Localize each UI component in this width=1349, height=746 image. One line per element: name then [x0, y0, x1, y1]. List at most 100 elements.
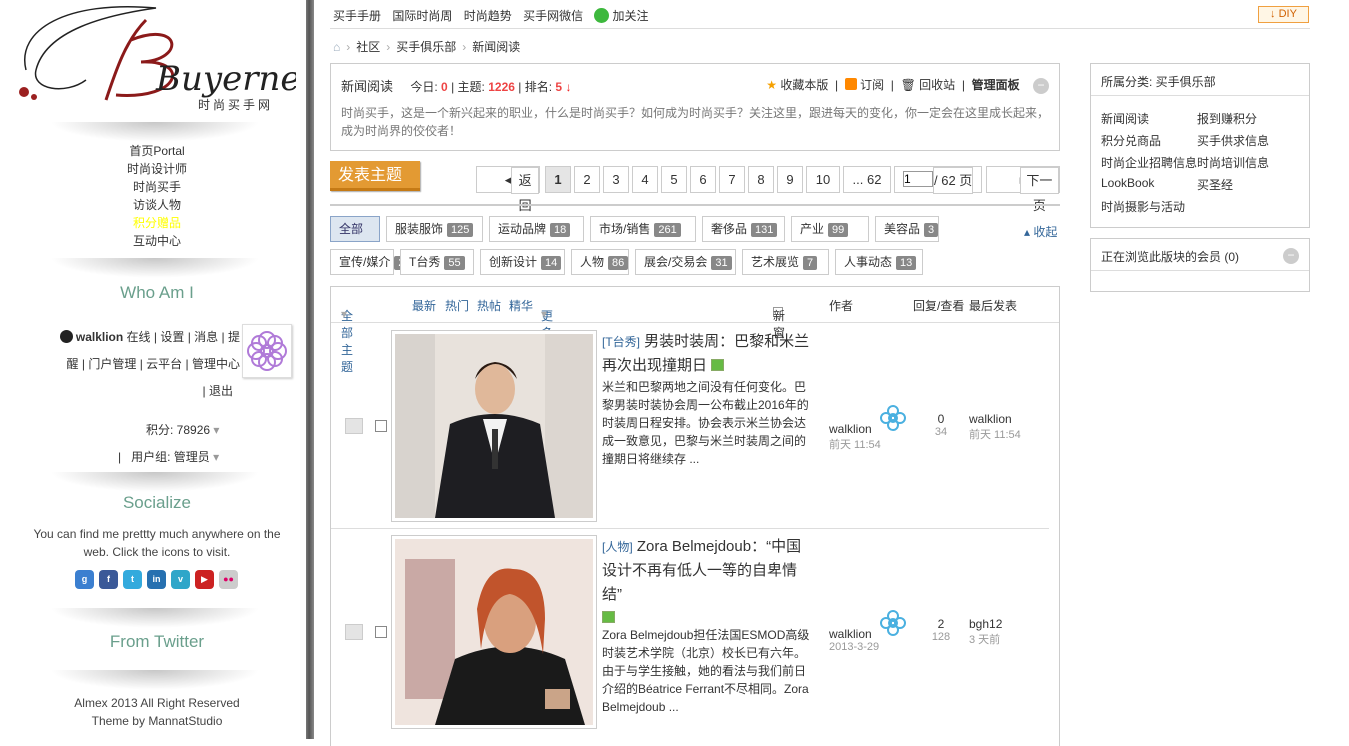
settings-link[interactable]: 设置	[160, 330, 184, 344]
category-filter[interactable]: 全部	[330, 216, 380, 242]
back-button[interactable]: ◂ 返回	[476, 166, 540, 213]
home-icon[interactable]: ⌂	[333, 40, 340, 54]
portal-admin-link[interactable]: 门户管理	[88, 357, 136, 371]
next-page-button[interactable]: 下一页 ▸	[986, 166, 1060, 213]
category-filter[interactable]: 产业 99	[791, 216, 869, 242]
category-count-badge: 131	[751, 223, 778, 237]
reminder-link-cont[interactable]: 醒	[67, 357, 79, 371]
thread-title[interactable]: [人物] Zora Belmejdoub：“中国设计不再有低人一等的自卑情结”	[602, 535, 812, 631]
topnav-buyer-manual[interactable]: 买手手册	[333, 9, 381, 23]
category-filter[interactable]: 运动品牌 18	[489, 216, 584, 242]
author-link[interactable]: walklion	[829, 422, 881, 436]
google-icon[interactable]: g	[75, 570, 94, 589]
side-link-jobs[interactable]: 时尚企业招聘信息	[1101, 154, 1197, 171]
twitter-icon[interactable]: t	[123, 570, 142, 589]
side-link-bible[interactable]: 买圣经	[1197, 176, 1233, 193]
cloud-platform-link[interactable]: 云平台	[146, 357, 182, 371]
admin-panel-link[interactable]: 管理面板	[972, 78, 1020, 92]
page-8[interactable]: 8	[748, 166, 774, 193]
side-link-photo[interactable]: 时尚摄影与活动	[1101, 198, 1185, 215]
thread-checkbox[interactable]	[375, 420, 387, 432]
filter-latest[interactable]: 最新	[412, 297, 436, 314]
page-2[interactable]: 2	[574, 166, 600, 193]
crumb-community[interactable]: 社区	[356, 40, 380, 54]
thread-title[interactable]: [T台秀] 男装时装周：巴黎和米兰再次出现撞期日	[602, 330, 812, 378]
category-filter[interactable]: 市场/销售 261	[590, 216, 696, 242]
page-input[interactable]	[903, 171, 933, 187]
side-link-checkin[interactable]: 报到赚积分	[1197, 110, 1257, 127]
subscribe-link[interactable]: 订阅	[860, 78, 884, 92]
recycle-bin-link[interactable]: 回收站	[919, 78, 955, 92]
filter-hot-posts[interactable]: 热帖	[477, 297, 501, 314]
category-filter[interactable]: 美容品 3	[875, 216, 939, 242]
favorite-forum-link[interactable]: 收藏本版	[780, 78, 828, 92]
category-filter[interactable]: 艺术展览 7	[742, 249, 829, 275]
crumb-news[interactable]: 新闻阅读	[472, 40, 520, 54]
page-6[interactable]: 6	[690, 166, 716, 193]
category-filter[interactable]: 人物 86	[571, 249, 629, 275]
side-link-lookbook[interactable]: LookBook	[1101, 176, 1154, 190]
last-author-link[interactable]: bgh12	[969, 617, 1002, 631]
linkedin-icon[interactable]: in	[147, 570, 166, 589]
topnav-fashion-week[interactable]: 国际时尚周	[392, 9, 452, 23]
thread-author: walklion 2013-3-29	[829, 627, 879, 653]
nav-portal[interactable]: 首页Portal	[0, 142, 314, 160]
category-filter[interactable]: 人事动态 13	[835, 249, 923, 275]
fold-link[interactable]: ▴ 收起	[1024, 223, 1057, 240]
topnav-trends[interactable]: 时尚趋势	[464, 9, 512, 23]
author-link[interactable]: walklion	[829, 627, 879, 641]
crumb-buyer-club[interactable]: 买手俱乐部	[396, 40, 456, 54]
reminder-link[interactable]: 提	[228, 330, 240, 344]
page-3[interactable]: 3	[603, 166, 629, 193]
admin-center-link[interactable]: 管理中心	[192, 357, 240, 371]
category-filter[interactable]: T台秀 55	[400, 249, 474, 275]
logout-link[interactable]: 退出	[209, 384, 233, 398]
page-1[interactable]: 1	[545, 166, 571, 193]
collapse-icon[interactable]: −	[1033, 78, 1049, 94]
thread-thumbnail[interactable]	[391, 535, 597, 729]
page-last[interactable]: ... 62	[843, 166, 891, 193]
user-points[interactable]: 积分: 78926 ▾	[146, 421, 219, 438]
star-icon: ★	[766, 78, 777, 92]
flickr-icon[interactable]: ●●	[219, 570, 238, 589]
thread-thumbnail[interactable]	[391, 330, 597, 522]
collapse-icon[interactable]: −	[1283, 248, 1299, 264]
side-link-training[interactable]: 时尚培训信息	[1197, 154, 1269, 171]
page-7[interactable]: 7	[719, 166, 745, 193]
messages-link[interactable]: 消息	[194, 330, 218, 344]
category-filter[interactable]: 创新设计 14	[480, 249, 565, 275]
filter-digest[interactable]: 精华	[509, 297, 533, 314]
nav-interaction[interactable]: 互动中心	[0, 232, 314, 250]
site-logo[interactable]: Buyernet 时尚买手网	[6, 0, 306, 118]
last-author-link[interactable]: walklion	[969, 412, 1021, 426]
new-topic-button[interactable]: 发表主题	[330, 161, 420, 191]
page-10[interactable]: 10	[806, 166, 840, 193]
youtube-icon[interactable]: ▶	[195, 570, 214, 589]
topnav-follow[interactable]: 加关注	[612, 9, 648, 23]
filter-hot[interactable]: 热门	[445, 297, 469, 314]
down-arrow-icon: ↓	[1270, 8, 1276, 20]
nav-points-gift[interactable]: 积分赠品	[0, 214, 314, 232]
side-link-supply[interactable]: 买手供求信息	[1197, 132, 1269, 149]
page-5[interactable]: 5	[661, 166, 687, 193]
nav-designer[interactable]: 时尚设计师	[0, 160, 314, 178]
page-4[interactable]: 4	[632, 166, 658, 193]
diy-button[interactable]: ↓ DIY	[1258, 6, 1309, 23]
avatar[interactable]	[242, 324, 292, 378]
side-link-news[interactable]: 新闻阅读	[1101, 110, 1149, 127]
category-filter[interactable]: 宣传/媒介29	[330, 249, 415, 275]
username-link[interactable]: walklion	[76, 330, 123, 344]
category-filter[interactable]: 奢侈品 131	[702, 216, 785, 242]
nav-buyer[interactable]: 时尚买手	[0, 178, 314, 196]
category-filter[interactable]: 服装服饰 125	[386, 216, 483, 242]
facebook-icon[interactable]: f	[99, 570, 118, 589]
thread-checkbox[interactable]	[375, 626, 387, 638]
vimeo-icon[interactable]: v	[171, 570, 190, 589]
last-post: walklion 前天 11:54	[969, 412, 1021, 442]
user-group[interactable]: | 用户组: 管理员 ▾	[118, 448, 219, 465]
category-filter[interactable]: 展会/交易会 31	[635, 249, 736, 275]
side-link-exchange[interactable]: 积分兑商品	[1101, 132, 1161, 149]
nav-interview[interactable]: 访谈人物	[0, 196, 314, 214]
topnav-wechat[interactable]: 买手网微信	[523, 9, 583, 23]
page-9[interactable]: 9	[777, 166, 803, 193]
